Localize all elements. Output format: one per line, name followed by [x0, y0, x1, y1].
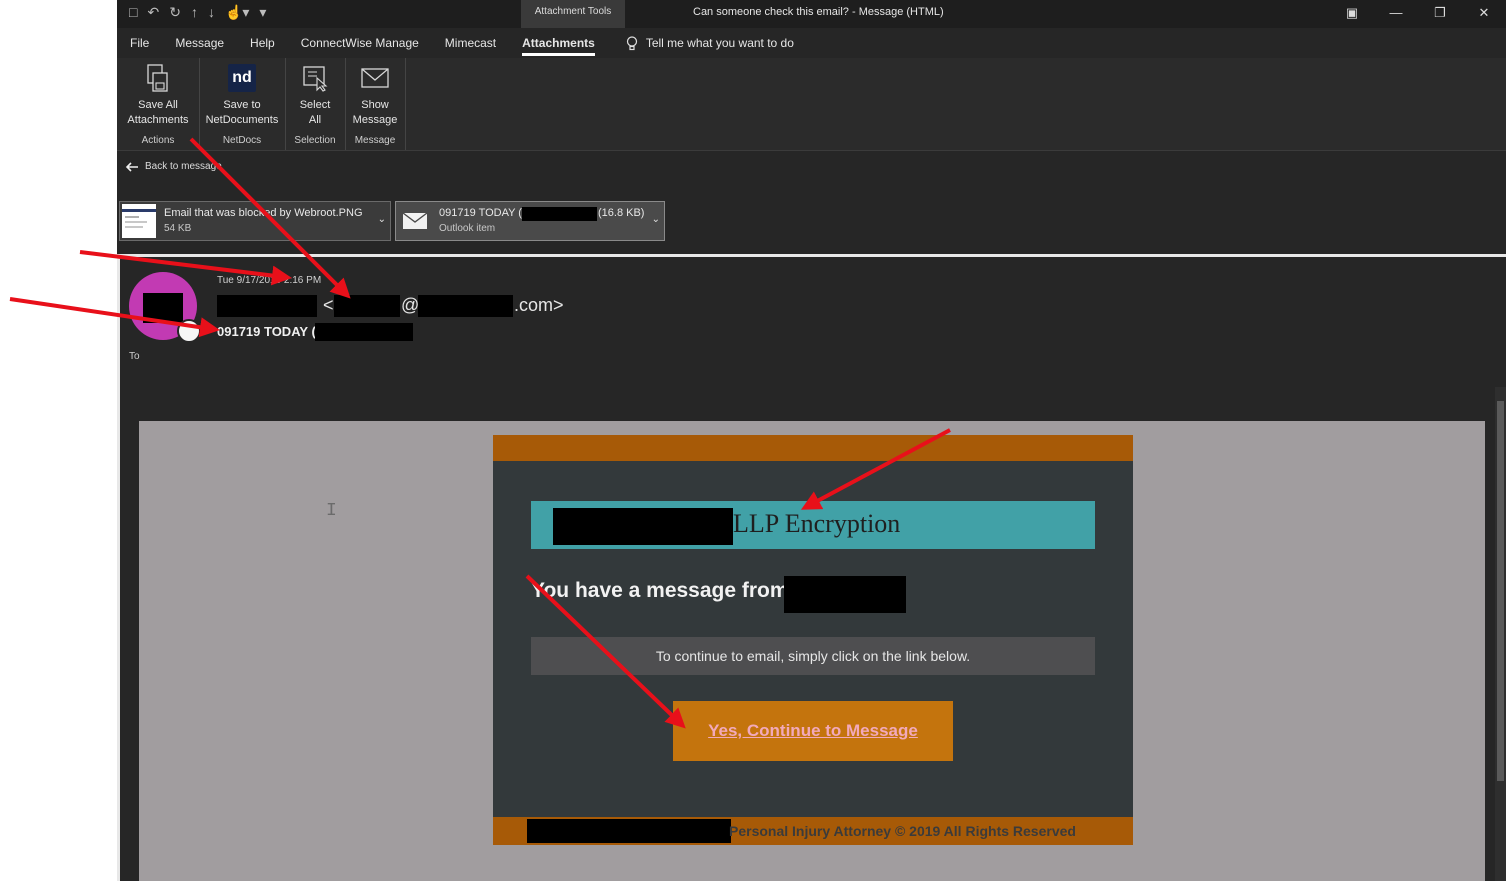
annotation-arrow	[79, 250, 292, 286]
annotation-arrows	[9, 137, 951, 729]
annotation-arrow	[9, 297, 220, 338]
annotation-arrow	[800, 428, 951, 510]
annotation-arrow	[525, 574, 686, 729]
